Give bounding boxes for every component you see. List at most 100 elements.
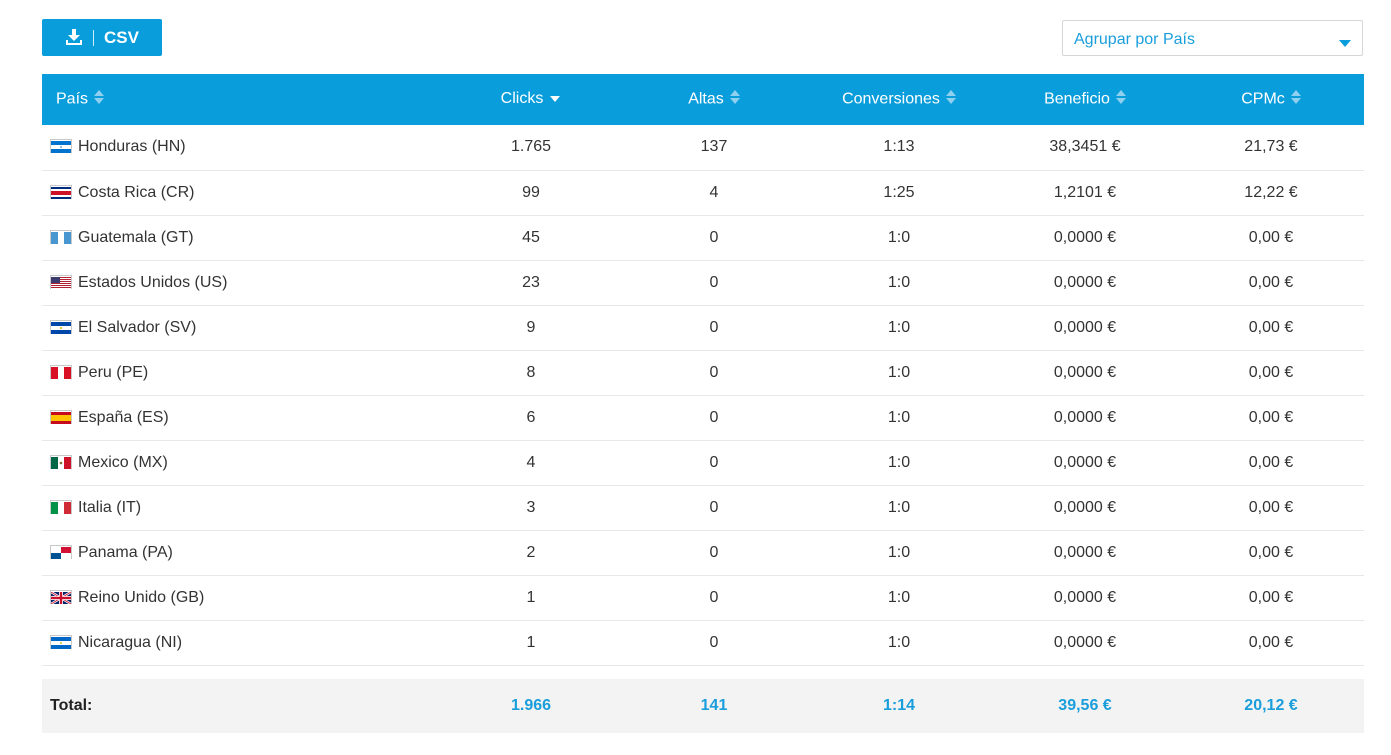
- country-cell: Italia (IT): [42, 485, 440, 530]
- total-beneficio: 39,56 €: [1058, 697, 1112, 714]
- altas-cell: 0: [709, 453, 719, 471]
- country-name: Peru (PE): [78, 363, 149, 381]
- country-cell: Reino Unido (GB): [42, 575, 440, 620]
- conv-cell: 1:0: [887, 588, 911, 606]
- column-header-label: Clicks: [500, 90, 544, 108]
- country-name: Honduras (HN): [78, 138, 186, 156]
- conv-cell: 1:0: [887, 498, 911, 516]
- clicks-cell: 8: [526, 363, 536, 381]
- beneficio-cell: 1,2101 €: [1053, 183, 1117, 201]
- country-cell: España (ES): [42, 395, 440, 440]
- clicks-cell: 45: [522, 228, 540, 246]
- country-cell: Nicaragua (NI): [42, 620, 440, 665]
- cpmc-cell: 0,00 €: [1248, 273, 1294, 291]
- beneficio-cell: 0,0000 €: [1053, 453, 1117, 471]
- column-header-beneficio[interactable]: Beneficio: [992, 74, 1178, 125]
- beneficio-cell: 0,0000 €: [1053, 498, 1117, 516]
- country-name: Estados Unidos (US): [78, 273, 228, 291]
- table-row: Reino Unido (GB) 1 0 1:0 0,0000 € 0,00 €: [42, 575, 1364, 620]
- cpmc-cell: 0,00 €: [1248, 408, 1294, 426]
- flag-icon-pa: [50, 544, 72, 559]
- flag-icon-sv: [50, 319, 72, 334]
- altas-cell: 0: [709, 273, 719, 291]
- table-row: Guatemala (GT) 45 0 1:0 0,0000 € 0,00 €: [42, 215, 1364, 260]
- country-cell: Guatemala (GT): [42, 215, 440, 260]
- conv-cell: 1:0: [887, 408, 911, 426]
- country-name: Costa Rica (CR): [78, 183, 195, 201]
- altas-cell: 0: [709, 228, 719, 246]
- flag-icon-us: [50, 274, 72, 289]
- clicks-cell: 2: [526, 543, 536, 561]
- conv-cell: 1:13: [883, 138, 915, 156]
- beneficio-cell: 0,0000 €: [1053, 408, 1117, 426]
- beneficio-cell: 0,0000 €: [1053, 228, 1117, 246]
- beneficio-cell: 0,0000 €: [1053, 543, 1117, 561]
- table-row: Italia (IT) 3 0 1:0 0,0000 € 0,00 €: [42, 485, 1364, 530]
- country-name: Guatemala (GT): [78, 228, 194, 246]
- country-name: España (ES): [78, 408, 169, 426]
- country-cell: Honduras (HN): [42, 125, 440, 170]
- total-altas: 141: [700, 697, 728, 714]
- sort-desc-icon: [549, 90, 561, 108]
- download-icon: [65, 29, 83, 46]
- country-name: Reino Unido (GB): [78, 588, 205, 606]
- country-name: Mexico (MX): [78, 453, 168, 471]
- group-by-value: Agrupar por País: [1074, 31, 1195, 48]
- cpmc-cell: 0,00 €: [1248, 633, 1294, 651]
- column-header-altas[interactable]: Altas: [622, 74, 806, 125]
- country-cell: Costa Rica (CR): [42, 170, 440, 215]
- flag-icon-it: [50, 499, 72, 514]
- column-header-pais[interactable]: País: [42, 74, 440, 125]
- group-by-select[interactable]: Agrupar por País: [1062, 20, 1363, 56]
- cpmc-cell: 0,00 €: [1248, 228, 1294, 246]
- altas-cell: 0: [709, 543, 719, 561]
- cpmc-cell: 0,00 €: [1248, 453, 1294, 471]
- altas-cell: 4: [709, 183, 719, 201]
- total-cpmc: 20,12 €: [1244, 697, 1298, 714]
- flag-icon-hn: [50, 139, 72, 154]
- altas-cell: 0: [709, 498, 719, 516]
- conv-cell: 1:0: [887, 633, 911, 651]
- clicks-cell: 1: [526, 588, 536, 606]
- country-cell: El Salvador (SV): [42, 305, 440, 350]
- csv-download-button[interactable]: CSV: [42, 19, 162, 56]
- altas-cell: 0: [709, 633, 719, 651]
- column-header-label: País: [56, 90, 89, 108]
- beneficio-cell: 0,0000 €: [1053, 273, 1117, 291]
- sort-icon: [1115, 90, 1126, 109]
- country-name: Italia (IT): [78, 498, 142, 516]
- column-header-label: Conversiones: [842, 90, 940, 108]
- total-clicks: 1.966: [510, 697, 552, 714]
- conv-cell: 1:0: [887, 543, 911, 561]
- conv-cell: 1:0: [887, 228, 911, 246]
- country-name: Panama (PA): [78, 543, 173, 561]
- column-header-label: Beneficio: [1044, 90, 1110, 108]
- clicks-cell: 3: [526, 498, 536, 516]
- clicks-cell: 6: [526, 408, 536, 426]
- table-row: Nicaragua (NI) 1 0 1:0 0,0000 € 0,00 €: [42, 620, 1364, 665]
- altas-cell: 0: [709, 363, 719, 381]
- column-header-clicks[interactable]: Clicks: [440, 74, 622, 125]
- flag-icon-ni: [50, 634, 72, 649]
- conv-cell: 1:0: [887, 453, 911, 471]
- csv-label: CSV: [104, 27, 139, 47]
- column-header-cpmc[interactable]: CPMc: [1178, 74, 1364, 125]
- table-header: País Clicks Altas Conversiones Beneficio CPMc: [42, 74, 1364, 125]
- table-row: Estados Unidos (US) 23 0 1:0 0,0000 € 0,00 €: [42, 260, 1364, 305]
- column-header-conversiones[interactable]: Conversiones: [806, 74, 992, 125]
- cpmc-cell: 0,00 €: [1248, 543, 1294, 561]
- flag-icon-mx: [50, 454, 72, 469]
- country-name: Nicaragua (NI): [78, 633, 183, 651]
- country-cell: Estados Unidos (US): [42, 260, 440, 305]
- flag-icon-pe: [50, 364, 72, 379]
- table-spacer: [42, 665, 1364, 679]
- total-row: Total: 1.966 141 1:14 39,56 € 20,12 €: [42, 679, 1364, 733]
- caret-down-icon: [1339, 35, 1351, 53]
- cpmc-cell: 0,00 €: [1248, 363, 1294, 381]
- table-row: España (ES) 6 0 1:0 0,0000 € 0,00 €: [42, 395, 1364, 440]
- beneficio-cell: 0,0000 €: [1053, 633, 1117, 651]
- table-row: Honduras (HN) 1.765 137 1:13 38,3451 € 21,73 …: [42, 125, 1364, 170]
- table-row: Panama (PA) 2 0 1:0 0,0000 € 0,00 €: [42, 530, 1364, 575]
- country-cell: Mexico (MX): [42, 440, 440, 485]
- country-stats-table: País Clicks Altas Conversiones Beneficio CPMc…: [42, 74, 1364, 733]
